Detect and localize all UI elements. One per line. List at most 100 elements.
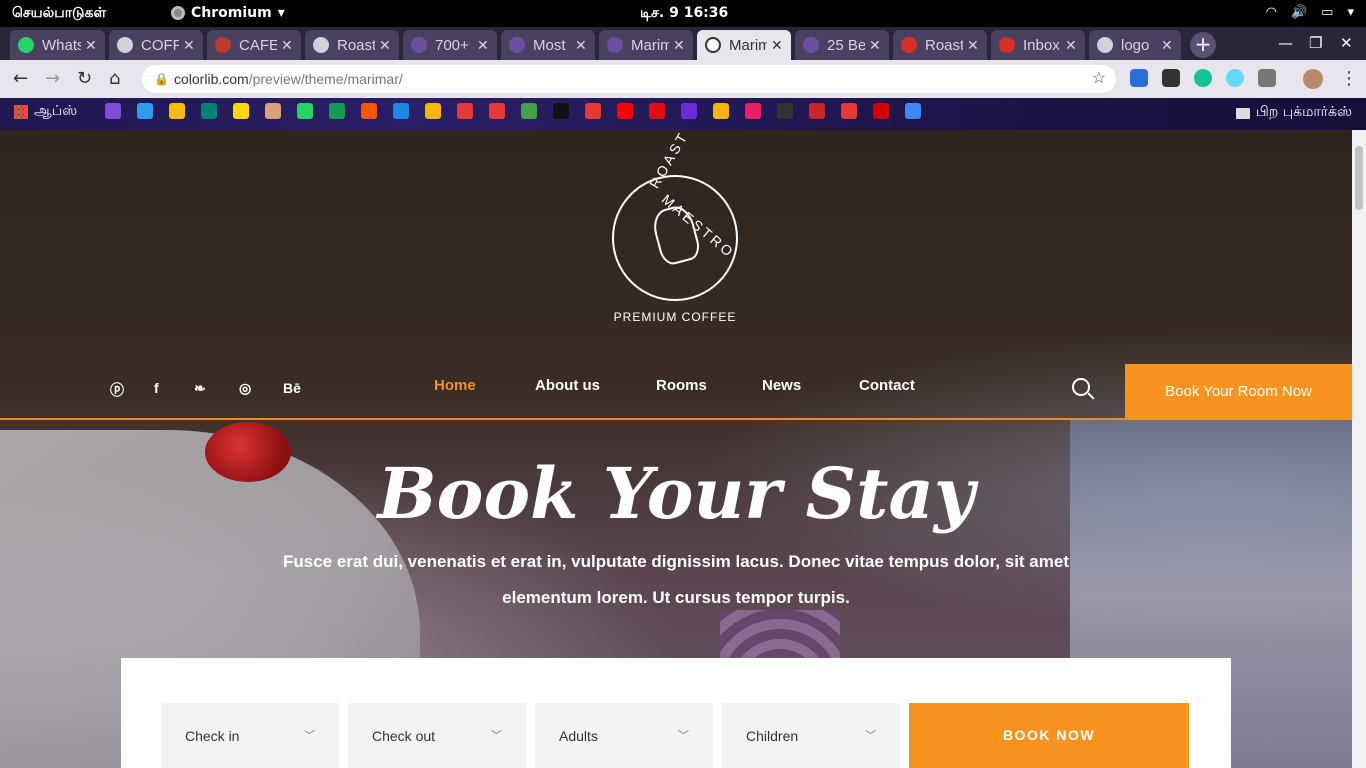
bookmark-icon[interactable] (841, 103, 857, 119)
site-logo[interactable]: ROAST MAESTRO (612, 130, 738, 301)
bookmark-icon[interactable] (233, 103, 249, 119)
tab-roast[interactable]: Roast ✕ (305, 30, 399, 60)
close-icon[interactable]: ✕ (183, 37, 195, 54)
search-icon[interactable] (1072, 378, 1095, 400)
twitter-icon[interactable]: ❧ (194, 380, 206, 397)
book-now-button[interactable]: BOOK NOW (909, 703, 1189, 768)
activities-button[interactable]: செயல்பாடுகள் (12, 5, 106, 23)
minimize-icon[interactable]: — (1278, 34, 1293, 52)
tab-gmail-inbox[interactable]: Inbox ✕ (991, 30, 1085, 60)
tab-marimar-active[interactable]: Marimar✕ (697, 30, 791, 60)
apps-shortcut[interactable]: ஆப்ஸ் (14, 103, 77, 121)
nav-about[interactable]: About us (535, 377, 600, 394)
tab-gmail-roast[interactable]: Roast ✕ (893, 30, 987, 60)
forward-button[interactable]: → (45, 68, 60, 89)
dribbble-icon[interactable]: ◎ (239, 380, 251, 397)
children-select[interactable]: Children ﹀ (722, 703, 900, 768)
bookmark-icon[interactable] (649, 103, 665, 119)
bookmark-star-icon[interactable]: ☆ (1092, 65, 1106, 93)
profile-avatar[interactable] (1303, 69, 1323, 89)
bookmark-icon[interactable] (393, 103, 409, 119)
tab-cafe[interactable]: CAFE ✕ (207, 30, 301, 60)
react-devtools-icon[interactable] (1226, 69, 1244, 87)
close-window-icon[interactable]: ✕ (1340, 34, 1353, 52)
nav-rooms[interactable]: Rooms (656, 377, 707, 394)
other-bookmarks[interactable]: பிற புக்மார்க்ஸ் (1235, 104, 1352, 122)
close-icon[interactable]: ✕ (379, 37, 391, 54)
adults-select[interactable]: Adults ﹀ (535, 703, 713, 768)
bookmark-icon[interactable] (777, 103, 793, 119)
check-out-field[interactable]: Check out ﹀ (348, 703, 526, 768)
close-icon[interactable]: ✕ (967, 37, 979, 54)
back-button[interactable]: ← (13, 68, 28, 89)
bookmark-icon[interactable] (169, 103, 185, 119)
screenshot-icon[interactable] (1258, 69, 1276, 87)
tab-strip: WhatsApp✕ COFFEE✕ CAFE✕ Roast✕ 700+✕ Mos… (0, 27, 1366, 60)
bookmark-icon[interactable] (713, 103, 729, 119)
system-tray[interactable]: ◠ 🔊 ▭ ▾ (1266, 5, 1354, 20)
reload-button[interactable]: ↻ (77, 68, 92, 89)
extension-icon[interactable] (1130, 69, 1148, 87)
bookmark-icon[interactable] (297, 103, 313, 119)
tab-700[interactable]: 700+ ✕ (403, 30, 497, 60)
menu-dots-icon[interactable]: ⋮ (1340, 68, 1358, 89)
facebook-icon[interactable]: f (154, 380, 159, 396)
close-icon[interactable]: ✕ (281, 37, 293, 54)
bookmark-icon[interactable] (201, 103, 217, 119)
tab-marimar-1[interactable]: Marimar✕ (599, 30, 693, 60)
bookmark-icon[interactable] (745, 103, 761, 119)
close-icon[interactable]: ✕ (1065, 37, 1077, 54)
bookmark-icon[interactable] (521, 103, 537, 119)
app-menu[interactable]: Chromium ▾ (171, 5, 285, 21)
tab-25-best[interactable]: 25 Be ✕ (795, 30, 889, 60)
bookmark-icon[interactable] (361, 103, 377, 119)
bookmark-icon[interactable] (553, 103, 569, 119)
book-room-now-button[interactable]: Book Your Room Now (1125, 364, 1352, 420)
close-icon[interactable]: ✕ (477, 37, 489, 54)
close-icon[interactable]: ✕ (673, 37, 685, 54)
home-button[interactable]: ⌂ (109, 68, 120, 89)
bookmark-icon[interactable] (873, 103, 889, 119)
booking-form: Check in ﹀ Check out ﹀ Adults ﹀ Children… (121, 658, 1231, 768)
bookmark-icon[interactable] (617, 103, 633, 119)
nav-news[interactable]: News (762, 377, 801, 394)
address-bar[interactable]: 🔒 colorlib.com/preview/theme/marimar/ ☆ (142, 65, 1116, 93)
check-in-field[interactable]: Check in ﹀ (161, 703, 339, 768)
globe-icon (1097, 37, 1113, 53)
nav-home[interactable]: Home (434, 377, 476, 394)
page-scrollbar[interactable] (1352, 130, 1366, 768)
new-tab-button[interactable]: + (1190, 32, 1216, 58)
colorlib-icon (411, 37, 427, 53)
bookmark-icon[interactable] (489, 103, 505, 119)
bookmark-icon[interactable] (809, 103, 825, 119)
system-top-bar: செயல்பாடுகள் Chromium ▾ டிச. 9 16:36 ◠ 🔊… (0, 0, 1366, 27)
close-icon[interactable]: ✕ (771, 37, 783, 54)
tab-whatsapp[interactable]: WhatsApp✕ (10, 30, 105, 60)
bookmark-icon[interactable] (329, 103, 345, 119)
scrollbar-thumb[interactable] (1355, 146, 1363, 210)
pinterest-icon[interactable]: ⓟ (110, 380, 124, 400)
close-icon[interactable]: ✕ (85, 37, 97, 54)
bookmark-icon[interactable] (457, 103, 473, 119)
bookmark-icon[interactable] (585, 103, 601, 119)
bookmark-icon[interactable] (265, 103, 281, 119)
bookmark-icon[interactable] (105, 103, 121, 119)
nav-contact[interactable]: Contact (859, 377, 915, 394)
extension-icon[interactable] (1162, 69, 1180, 87)
close-icon[interactable]: ✕ (1161, 37, 1173, 54)
tab-coffee[interactable]: COFFEE✕ (109, 30, 203, 60)
grammarly-icon[interactable] (1194, 69, 1212, 87)
lock-icon[interactable]: 🔒 (154, 65, 169, 93)
tab-most[interactable]: Most ✕ (501, 30, 595, 60)
bookmark-icon[interactable] (905, 103, 921, 119)
clock[interactable]: டிச. 9 16:36 (640, 5, 728, 23)
close-icon[interactable]: ✕ (575, 37, 587, 54)
bookmark-icon[interactable] (425, 103, 441, 119)
behance-icon[interactable]: Bē (283, 380, 301, 396)
bookmark-icon[interactable] (681, 103, 697, 119)
vase-image (205, 422, 291, 482)
close-icon[interactable]: ✕ (869, 37, 881, 54)
bookmark-icon[interactable] (137, 103, 153, 119)
tab-logo[interactable]: logo ✕ (1089, 30, 1181, 60)
maximize-icon[interactable]: ❐ (1309, 34, 1322, 52)
